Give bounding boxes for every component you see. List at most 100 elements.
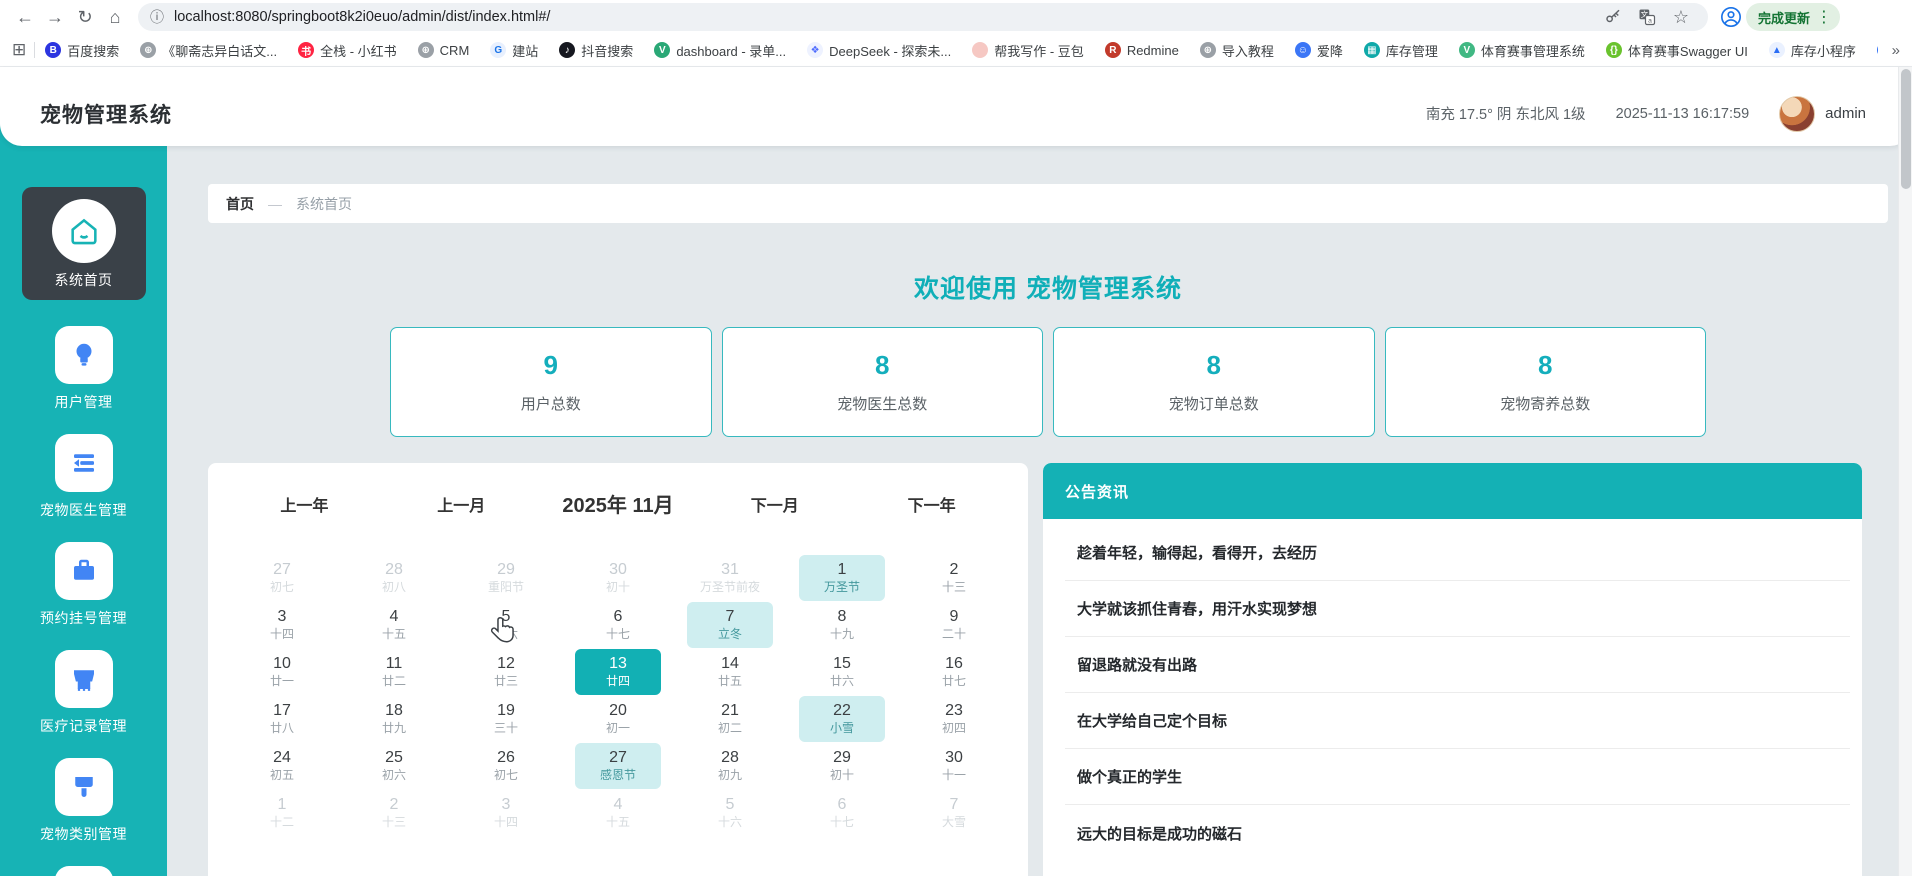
translate-icon[interactable]: 文a [1632,2,1662,32]
calendar-day-cell[interactable]: 22 小雪 [786,695,898,742]
bookmark-item[interactable]: V dashboard - 录单... [654,41,786,60]
chrome-update-chip[interactable]: 完成更新 ⋮ [1746,3,1840,31]
bookmark-item[interactable]: ☺ 爱降 [1295,41,1343,60]
calendar-day-cell[interactable]: 9 二十 [898,601,1010,648]
back-icon[interactable]: ← [10,2,40,32]
bookmark-star-icon[interactable]: ☆ [1666,2,1696,32]
calendar-day-cell[interactable]: 29 重阳节 [450,554,562,601]
announcement-item[interactable]: 做个真正的学生 [1065,749,1850,805]
announcement-item[interactable]: 大学就该抓住青春，用汗水实现梦想 [1065,581,1850,637]
calendar-day-cell[interactable]: 8 十九 [786,601,898,648]
bookmark-item[interactable]: ▤ 商户管理 [1877,41,1878,60]
calendar-day-cell[interactable]: 24 初五 [226,742,338,789]
calendar-day-cell[interactable]: 27 感恩节 [562,742,674,789]
announcement-item[interactable]: 远大的目标是成功的磁石 [1065,805,1850,861]
calendar-day-cell[interactable]: 4 十五 [338,601,450,648]
calendar-day-cell[interactable]: 6 十七 [786,789,898,836]
bookmark-label: 导入教程 [1222,41,1274,60]
calendar-day-cell[interactable]: 7 大雪 [898,789,1010,836]
calendar-day-cell[interactable]: 3 十四 [450,789,562,836]
calendar-day-cell[interactable]: 23 初四 [898,695,1010,742]
calendar-day-cell[interactable]: 14 廿五 [674,648,786,695]
sidebar-item-home[interactable]: 系统首页 [22,187,146,300]
calendar-day-cell[interactable]: 28 初八 [338,554,450,601]
sidebar-item-doctors[interactable]: 宠物医生管理 [40,434,127,520]
bookmark-item[interactable]: B 百度搜索 [45,41,119,60]
user-menu[interactable]: admin [1779,96,1866,132]
bookmark-item[interactable]: ❖ DeepSeek - 探索未... [807,41,951,60]
calendar-day-cell[interactable]: 11 廿二 [338,648,450,695]
sidebar-item-users[interactable]: 用户管理 [55,326,113,412]
calendar-day-cell[interactable]: 15 廿六 [786,648,898,695]
calendar-day-cell[interactable]: 7 立冬 [674,601,786,648]
calendar-day-cell[interactable]: 25 初六 [338,742,450,789]
calendar-day-cell[interactable]: 29 初十 [786,742,898,789]
calendar-day-cell[interactable]: 2 十三 [338,789,450,836]
reload-icon[interactable]: ↻ [70,2,100,32]
calendar-day-cell[interactable]: 1 十二 [226,789,338,836]
address-bar[interactable]: ⓘ localhost:8080/springboot8k2i0euo/admi… [138,3,1708,31]
menu-dots-icon[interactable]: ⋮ [1816,7,1832,27]
avatar[interactable] [1779,96,1815,132]
calendar-day-cell[interactable]: 1 万圣节 [786,554,898,601]
stat-card: 8 宠物寄养总数 [1385,327,1707,437]
calendar-day-cell[interactable]: 19 三十 [450,695,562,742]
calendar-day-cell[interactable]: 3 十四 [226,601,338,648]
page-scrollbar[interactable] [1898,67,1912,876]
url-text[interactable]: localhost:8080/springboot8k2i0euo/admin/… [174,9,550,25]
bookmark-item[interactable]: ⊕ 《聊斋志异白话文... [140,41,277,60]
bookmark-item[interactable]: {} 体育赛事Swagger UI [1606,41,1748,60]
day-number: 31 [721,560,739,580]
announcement-item[interactable]: 在大学给自己定个目标 [1065,693,1850,749]
day-number: 28 [721,748,739,768]
bookmark-item[interactable]: ⊕ 导入教程 [1200,41,1274,60]
bookmark-item[interactable]: V 体育赛事管理系统 [1459,41,1585,60]
calendar-day-cell[interactable]: 30 初十 [562,554,674,601]
calendar-day-cell[interactable]: 26 初七 [450,742,562,789]
site-info-icon[interactable]: ⓘ [150,7,164,27]
bookmark-item[interactable]: ▲ 库存小程序 [1769,41,1856,60]
calendar-day-cell[interactable]: 6 十七 [562,601,674,648]
sidebar-item-appointments[interactable]: 预约挂号管理 [40,542,127,628]
sidebar-item-more[interactable] [55,866,113,876]
calendar-day-cell[interactable]: 2 十三 [898,554,1010,601]
calendar-day-cell[interactable]: 17 廿八 [226,695,338,742]
home-icon[interactable]: ⌂ [100,2,130,32]
bookmarks-overflow-chevron[interactable]: » [1892,42,1900,59]
announcement-item[interactable]: 趁着年轻，输得起，看得开，去经历 [1065,525,1850,581]
calendar-next-month-button[interactable]: 下一月 [696,492,853,516]
calendar-day-cell[interactable]: 30 十一 [898,742,1010,789]
bookmark-item[interactable]: 书 全栈 - 小红书 [298,41,397,60]
bookmark-item[interactable]: G 建站 [490,41,538,60]
calendar-prev-month-button[interactable]: 上一月 [383,492,540,516]
calendar-day-cell[interactable]: 27 初七 [226,554,338,601]
main-content: 首页 — 系统首页 欢迎使用 宠物管理系统 9 用户总数 8 宠物医生总数 8 … [167,67,1912,876]
breadcrumb-root[interactable]: 首页 [226,194,254,214]
calendar-day-cell[interactable]: 5 十六 [674,789,786,836]
calendar-day-cell[interactable]: 4 十五 [562,789,674,836]
bookmark-item[interactable]: 帮我写作 - 豆包 [972,41,1084,60]
bookmark-item[interactable]: ▦ 库存管理 [1364,41,1438,60]
calendar-next-year-button[interactable]: 下一年 [853,492,1010,516]
bookmark-item[interactable]: ⊕ CRM [418,42,470,58]
calendar-day-cell[interactable]: 21 初二 [674,695,786,742]
calendar-day-cell[interactable]: 13 廿四 [562,648,674,695]
calendar-day-cell[interactable]: 20 初一 [562,695,674,742]
sidebar-item-records[interactable]: 医疗记录管理 [40,650,127,736]
calendar-day-cell[interactable]: 16 廿七 [898,648,1010,695]
password-key-icon[interactable] [1598,2,1628,32]
scrollbar-thumb[interactable] [1901,69,1911,189]
calendar-day-cell[interactable]: 10 廿一 [226,648,338,695]
calendar-day-cell[interactable]: 18 廿九 [338,695,450,742]
calendar-day-cell[interactable]: 28 初九 [674,742,786,789]
calendar-day-cell[interactable]: 12 廿三 [450,648,562,695]
bookmark-item[interactable]: R Redmine [1105,42,1179,58]
calendar-prev-year-button[interactable]: 上一年 [226,492,383,516]
apps-grid-icon[interactable]: ⊞ [12,40,26,60]
announcement-item[interactable]: 留退路就没有出路 [1065,637,1850,693]
forward-icon[interactable]: → [40,2,70,32]
calendar-day-cell[interactable]: 31 万圣节前夜 [674,554,786,601]
sidebar-item-categories[interactable]: 宠物类别管理 [40,758,127,844]
profile-icon[interactable] [1716,2,1746,32]
bookmark-item[interactable]: ♪ 抖音搜索 [559,41,633,60]
